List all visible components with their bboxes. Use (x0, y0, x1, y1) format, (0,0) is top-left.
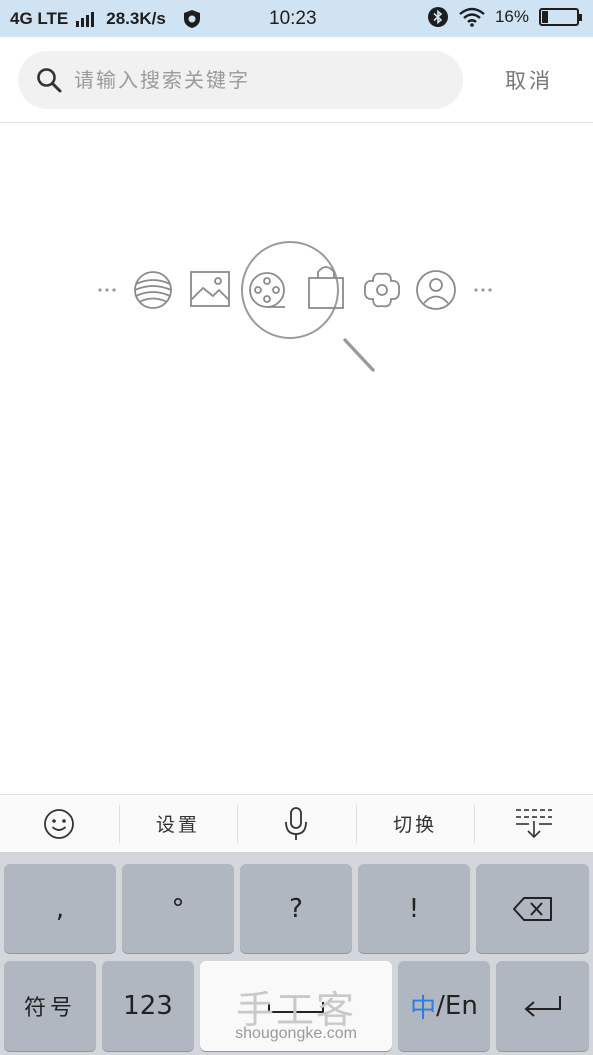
cancel-button[interactable]: 取消 (505, 65, 553, 95)
symbols-key[interactable]: 符号 (4, 961, 96, 1051)
clock: 10:23 (269, 8, 317, 29)
backspace-icon (512, 896, 554, 922)
bluetooth-icon (427, 6, 449, 28)
hide-keyboard-button[interactable] (474, 795, 593, 852)
keyboard-toolbar: 设置 切换 (0, 794, 593, 852)
settings-label: 设置 (155, 814, 200, 836)
key-exclamation-label: ! (408, 893, 420, 924)
lang-zh-label: 中 (410, 993, 437, 1024)
smiley-icon (43, 808, 75, 840)
voice-input-button[interactable] (237, 795, 356, 852)
key-degree[interactable]: ° (122, 864, 234, 953)
network-speed: 28.3K/s (106, 8, 166, 28)
key-exclamation[interactable]: ! (358, 864, 470, 953)
status-bar: 4G LTE 28.3K/s 10:23 16% (0, 0, 593, 37)
switch-keyboard-button[interactable]: 切换 (355, 795, 475, 852)
symbols-key-label: 符号 (23, 996, 76, 1021)
key-comma-label: , (55, 893, 65, 924)
watermark-url: shougongke.com (235, 1025, 357, 1042)
language-switch-key[interactable]: 中 /En (398, 961, 490, 1051)
empty-state-illustration (95, 232, 505, 382)
shield-icon (182, 9, 202, 29)
search-box[interactable] (18, 51, 463, 109)
film-reel-icon (249, 272, 285, 308)
flower-icon (364, 272, 400, 308)
numbers-key-label: 123 (123, 991, 173, 1021)
settings-button[interactable]: 设置 (118, 795, 238, 852)
wifi-icon (459, 7, 485, 27)
enter-key[interactable] (496, 961, 589, 1051)
lang-en-label: /En (436, 991, 478, 1021)
key-question[interactable]: ? (240, 864, 352, 953)
search-header: 取消 (0, 37, 593, 123)
battery-percent: 16% (494, 7, 529, 26)
microphone-icon (282, 806, 310, 842)
battery-icon (539, 8, 582, 26)
search-input[interactable] (74, 68, 414, 92)
key-degree-label: ° (171, 893, 185, 924)
enter-icon (522, 993, 564, 1019)
user-icon (416, 270, 456, 310)
switch-label: 切换 (393, 814, 438, 836)
keyboard: , ° ? ! 符号 123 手工客 shougongke.com 中 /En (0, 852, 593, 1055)
search-icon (36, 67, 62, 93)
dots-left (98, 288, 116, 292)
key-comma[interactable]: , (4, 864, 116, 953)
dots-right (474, 288, 492, 292)
numbers-key[interactable]: 123 (102, 961, 194, 1051)
space-key[interactable]: 手工客 shougongke.com (200, 961, 392, 1051)
keyboard-hide-icon (514, 807, 554, 841)
emoji-button[interactable] (0, 795, 119, 852)
delete-key[interactable] (476, 864, 589, 953)
signal-icon (76, 11, 95, 27)
key-question-label: ? (289, 893, 303, 924)
network-type: 4G LTE (10, 8, 69, 28)
yarn-ball-icon (134, 271, 172, 309)
picture-icon (190, 271, 230, 307)
